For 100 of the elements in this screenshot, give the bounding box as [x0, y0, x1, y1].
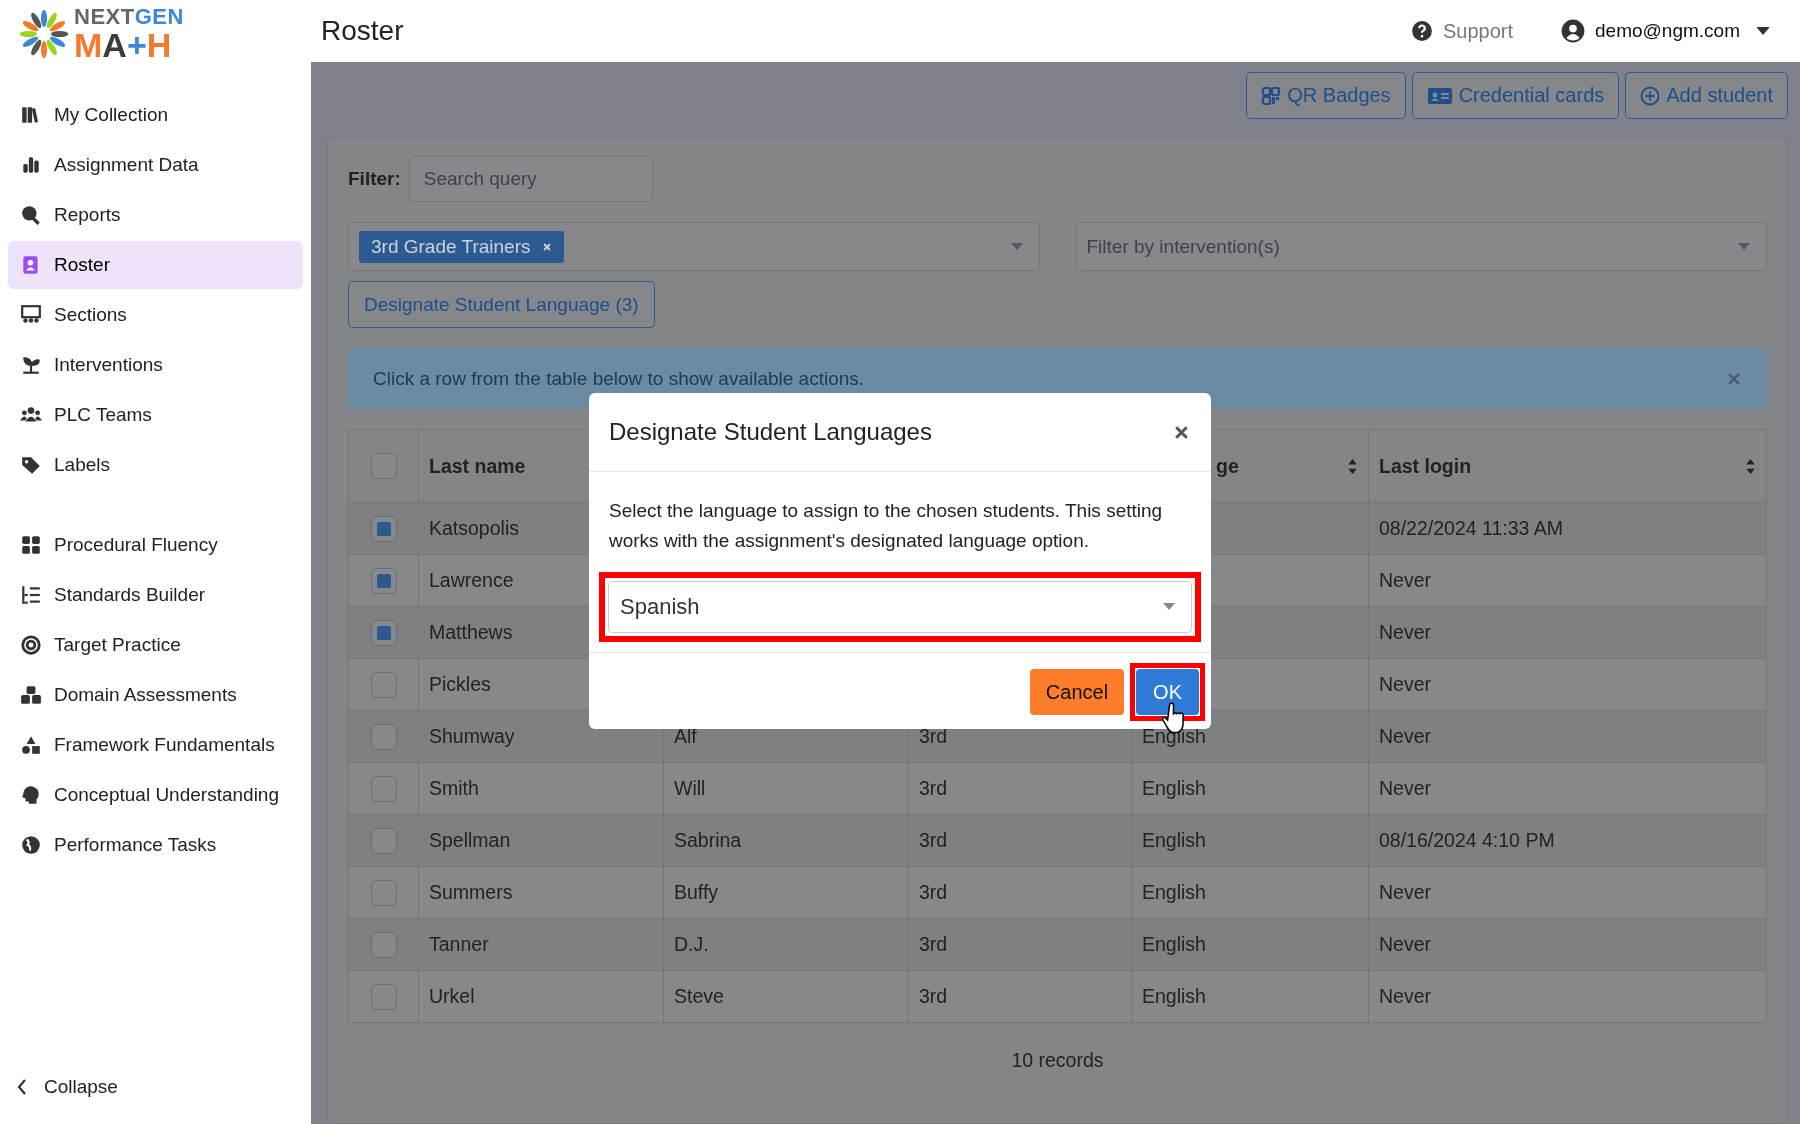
- alert-text: Click a row from the table below to show available actions.: [373, 367, 865, 390]
- support-link[interactable]: Support: [1443, 19, 1514, 43]
- table-cell: English: [1142, 829, 1206, 851]
- table-cell: D.J.: [674, 933, 709, 955]
- filter-label: Filter:: [348, 168, 401, 190]
- table-cell: Never: [1379, 673, 1432, 695]
- sidebar-item[interactable]: My Collection: [8, 91, 303, 139]
- sidebar-item[interactable]: PLC Teams: [8, 391, 303, 439]
- cancel-button[interactable]: Cancel: [1029, 669, 1125, 715]
- row-checkbox[interactable]: [370, 931, 397, 958]
- table-cell: English: [1142, 777, 1206, 799]
- sidebar-item[interactable]: Assignment Data: [8, 141, 303, 189]
- cubes-icon: [20, 684, 42, 706]
- bar-chart-icon: [20, 154, 42, 176]
- head-icon: [20, 784, 42, 806]
- table-cell: 3rd: [919, 985, 948, 1007]
- sidebar-item[interactable]: Performance Tasks: [8, 821, 303, 869]
- logo-icon: [18, 8, 70, 60]
- table-cell: Never: [1379, 621, 1432, 643]
- table-cell: English: [1142, 881, 1206, 903]
- row-checkbox[interactable]: [370, 983, 397, 1010]
- table-cell: Sabrina: [674, 829, 742, 851]
- logo-text: NEXTGEN: [74, 6, 184, 28]
- table-cell: Matthews: [429, 621, 513, 643]
- table-cell: 3rd: [919, 777, 948, 799]
- column-header[interactable]: Last name: [429, 454, 526, 478]
- table-cell: 3rd: [919, 933, 948, 955]
- row-checkbox[interactable]: [370, 827, 397, 854]
- select-all-checkbox[interactable]: [370, 453, 397, 479]
- help-icon: [1411, 20, 1433, 42]
- shapes-icon: [20, 734, 42, 756]
- table-cell: 08/16/2024 4:10 PM: [1379, 829, 1555, 851]
- classroom-icon: [20, 304, 42, 326]
- row-checkbox[interactable]: [370, 879, 397, 906]
- column-header[interactable]: ge: [1216, 454, 1239, 478]
- tag-icon: [20, 454, 42, 476]
- caret-icon: [1010, 242, 1023, 251]
- logo-text: MA+H: [74, 28, 173, 62]
- table-cell: 3rd: [919, 881, 948, 903]
- sidebar-item[interactable]: Domain Assessments: [8, 671, 303, 719]
- record-count: 10 records: [1010, 1049, 1105, 1072]
- chart-search-icon: [20, 204, 42, 226]
- table-cell: 3rd: [919, 725, 948, 747]
- sidebar-item[interactable]: Roster: [8, 241, 303, 289]
- user-menu[interactable]: demo@ngm.com: [1595, 20, 1740, 42]
- calculator-icon: [20, 534, 42, 556]
- sort-icon[interactable]: [1745, 457, 1756, 475]
- class-select[interactable]: 3rd Grade Trainers: [348, 222, 1040, 271]
- table-cell: Katsopolis: [429, 517, 519, 539]
- class-tag: 3rd Grade Trainers: [359, 230, 565, 263]
- caret-icon: [1163, 603, 1175, 611]
- sidebar-item[interactable]: Procedural Fluency: [8, 521, 303, 569]
- sidebar-item[interactable]: Standards Builder: [8, 571, 303, 619]
- close-icon[interactable]: [1174, 424, 1189, 440]
- table-cell: Smith: [429, 777, 479, 799]
- row-checkbox[interactable]: [370, 567, 397, 594]
- target-icon: [20, 634, 42, 656]
- table-cell: Pickles: [429, 673, 491, 695]
- table-cell: Urkel: [429, 985, 475, 1007]
- sidebar-item[interactable]: Interventions: [8, 341, 303, 389]
- table-cell: Will: [674, 777, 706, 799]
- plus-circle-icon: [1640, 85, 1661, 106]
- table-cell: Alf: [674, 725, 697, 747]
- row-checkbox[interactable]: [370, 671, 397, 698]
- chevron-left-icon: [16, 1077, 28, 1097]
- table-cell: Shumway: [429, 725, 515, 747]
- sidebar-item[interactable]: Labels: [8, 441, 303, 489]
- table-cell: Never: [1379, 985, 1432, 1007]
- sort-icon[interactable]: [1347, 457, 1358, 475]
- user-icon: [1561, 19, 1586, 43]
- table-cell: Lawrence: [429, 569, 514, 591]
- table-cell: Summers: [429, 881, 513, 903]
- table-cell: Spellman: [429, 829, 511, 851]
- sidebar-item[interactable]: Sections: [8, 291, 303, 339]
- table-cell: Buffy: [674, 881, 719, 903]
- collapse-link[interactable]: Collapse: [8, 1076, 303, 1098]
- table-cell: Never: [1379, 777, 1432, 799]
- table-cell: English: [1142, 933, 1206, 955]
- row-checkbox[interactable]: [370, 775, 397, 802]
- sidebar-item[interactable]: Target Practice: [8, 621, 303, 669]
- page-title: Roster: [321, 15, 404, 47]
- caret-icon: [1738, 242, 1750, 251]
- table-cell: 3rd: [919, 829, 948, 851]
- table-cell: English: [1142, 985, 1206, 1007]
- table-cell: 08/22/2024 11:33 AM: [1379, 517, 1563, 539]
- table-cell: Steve: [674, 985, 724, 1007]
- row-checkbox[interactable]: [370, 619, 397, 646]
- row-checkbox[interactable]: [370, 723, 397, 750]
- row-checkbox[interactable]: [370, 515, 397, 542]
- sidebar-item[interactable]: Conceptual Understanding: [8, 771, 303, 819]
- sidebar-item[interactable]: Reports: [8, 191, 303, 239]
- caret-icon: [1756, 26, 1770, 36]
- search-field[interactable]: Search query: [408, 156, 653, 202]
- table-cell: Never: [1379, 569, 1432, 591]
- language-select[interactable]: Spanish: [608, 581, 1192, 633]
- sidebar-item[interactable]: Framework Fundamentals: [8, 721, 303, 769]
- column-header[interactable]: Last login: [1379, 454, 1472, 478]
- ok-button[interactable]: OK: [1136, 669, 1199, 715]
- remove-icon[interactable]: [542, 241, 553, 252]
- id-card-icon: [1426, 85, 1453, 106]
